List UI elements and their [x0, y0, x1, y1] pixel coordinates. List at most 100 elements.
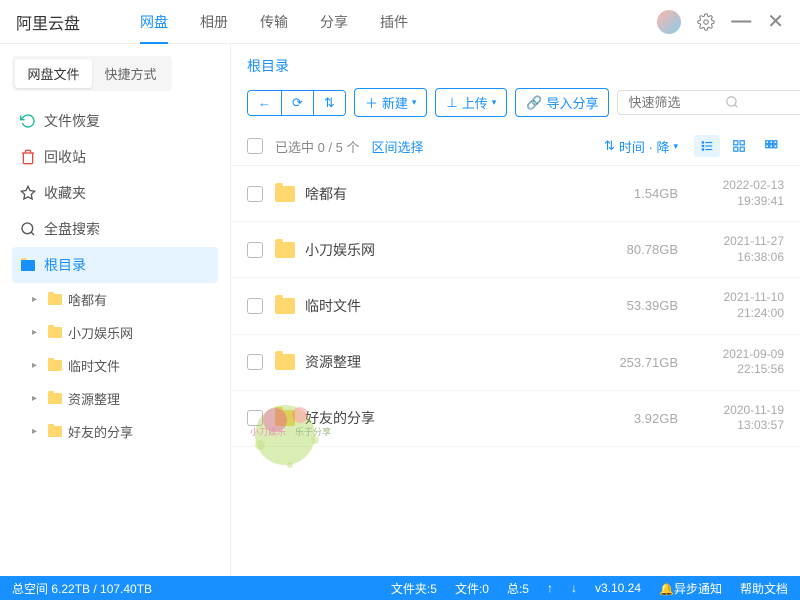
file-name-label: 啥都有	[305, 184, 347, 204]
folder-icon	[48, 360, 62, 371]
sidebar-label: 根目录	[44, 255, 86, 275]
caret-icon: ▸	[32, 327, 42, 338]
tab-netdisk[interactable]: 网盘	[140, 0, 168, 44]
total-count: 总:5	[507, 580, 529, 597]
app-logo: 阿里云盘	[16, 10, 80, 34]
back-button[interactable]: ←	[248, 91, 282, 115]
file-date: 2020-11-1913:03:57	[694, 403, 784, 434]
title-bar: 阿里云盘 网盘 相册 传输 分享 插件 — ✕	[0, 0, 800, 44]
file-size: 80.78GB	[598, 242, 678, 257]
sidebar-item-root[interactable]: 根目录	[12, 247, 218, 283]
tab-transfer[interactable]: 传输	[260, 0, 288, 44]
folder-icon	[48, 327, 62, 338]
file-date: 2022-02-1319:39:41	[694, 178, 784, 209]
version-label: v3.10.24	[595, 581, 641, 595]
caret-icon: ▸	[32, 393, 42, 404]
space-info: 总空间 6.22TB / 107.40TB	[12, 580, 152, 597]
minimize-icon[interactable]: —	[731, 10, 751, 33]
sort-button[interactable]: ⇅时间 · 降 ▾	[604, 137, 678, 156]
sidebar-item-trash[interactable]: 回收站	[12, 139, 218, 175]
range-select-button[interactable]: 区间选择	[372, 137, 424, 156]
sidebar-item-favorites[interactable]: 收藏夹	[12, 175, 218, 211]
sidebar: 网盘文件 快捷方式 文件恢复 回收站 收藏夹 全盘搜索 根目录 ▸ 啥都有 ▸ 小刀娱…	[0, 44, 230, 576]
file-name-label: 小刀娱乐网	[305, 240, 375, 260]
tree-label: 小刀娱乐网	[68, 323, 133, 342]
view-list-icon[interactable]	[694, 135, 720, 157]
sidebar-label: 回收站	[44, 147, 86, 167]
folder-icon	[275, 186, 295, 202]
folder-icon	[48, 426, 62, 437]
select-all-checkbox[interactable]	[247, 138, 263, 154]
sidebar-label: 收藏夹	[44, 183, 86, 203]
tree-label: 资源整理	[68, 389, 120, 408]
file-row[interactable]: 小刀娱乐网80.78GB2021-11-2716:38:06	[231, 222, 800, 278]
selection-count: 已选中 0 / 5 个	[275, 137, 360, 156]
file-row[interactable]: 临时文件53.39GB2021-11-1021:24:00	[231, 278, 800, 334]
row-checkbox[interactable]	[247, 242, 263, 258]
tab-album[interactable]: 相册	[200, 0, 228, 44]
row-checkbox[interactable]	[247, 186, 263, 202]
tree-item[interactable]: ▸ 小刀娱乐网	[12, 316, 218, 349]
file-row[interactable]: 啥都有1.54GB2022-02-1319:39:41	[231, 166, 800, 222]
file-row[interactable]: 资源整理 253.71GB 2021-09-0922:15:56	[231, 335, 800, 391]
file-row[interactable]: 好友的分享3.92GB2020-11-1913:03:57	[231, 391, 800, 447]
content-area: 根目录 ← ⟳ ⇅ ＋新建 ▾ ⊥上传 ▾ 🔗导入分享 已选中 0 / 5 个 …	[230, 44, 800, 576]
toolbar: ← ⟳ ⇅ ＋新建 ▾ ⊥上传 ▾ 🔗导入分享	[231, 88, 800, 127]
tree-item[interactable]: ▸ 临时文件	[12, 349, 218, 382]
file-list: 啥都有1.54GB2022-02-1319:39:41 小刀娱乐网 80.78GB 2…	[231, 166, 800, 576]
close-icon[interactable]: ✕	[767, 9, 784, 34]
sidebar-item-search[interactable]: 全盘搜索	[12, 211, 218, 247]
row-checkbox[interactable]	[247, 354, 263, 370]
tree-label: 啥都有	[68, 290, 107, 309]
star-icon	[20, 185, 36, 201]
caret-icon: ▸	[32, 360, 42, 371]
folder-icon	[48, 294, 62, 305]
folder-icon	[20, 257, 36, 273]
sidebar-sub-tabs: 网盘文件 快捷方式	[12, 56, 172, 91]
status-bar: 总空间 6.22TB / 107.40TB 文件夹:5 文件:0 总:5 ↑ ↓…	[0, 576, 800, 600]
view-compact-icon[interactable]	[758, 135, 784, 157]
tree-item[interactable]: ▸ 啥都有	[12, 283, 218, 316]
list-header: 已选中 0 / 5 个 区间选择 ⇅时间 · 降 ▾	[231, 127, 800, 166]
file-date: 2021-09-0922:15:56	[694, 347, 784, 378]
expand-button[interactable]: ⇅	[314, 91, 345, 115]
search-icon	[20, 221, 36, 237]
avatar[interactable]	[657, 10, 681, 34]
sidebar-item-restore[interactable]: 文件恢复	[12, 103, 218, 139]
import-button[interactable]: 🔗导入分享	[515, 88, 609, 117]
new-button[interactable]: ＋新建 ▾	[354, 88, 428, 117]
file-count: 文件:0	[455, 580, 489, 597]
filter-input[interactable]	[617, 90, 800, 115]
help-link[interactable]: 帮助文档	[740, 580, 788, 597]
folder-count: 文件夹:5	[391, 580, 437, 597]
folder-icon	[275, 298, 295, 314]
file-name-label: 临时文件	[305, 296, 361, 316]
async-notify[interactable]: 🔔异步通知	[659, 580, 722, 597]
tree-label: 临时文件	[68, 356, 120, 375]
refresh-button[interactable]: ⟳	[282, 91, 314, 115]
file-name-label: 资源整理	[305, 352, 361, 372]
tree-item[interactable]: ▸ 资源整理	[12, 382, 218, 415]
upload-button[interactable]: ⊥上传 ▾	[435, 88, 507, 117]
file-size: 253.71GB	[598, 355, 678, 370]
file-name-label: 好友的分享	[305, 408, 375, 428]
search-icon	[725, 95, 739, 109]
view-grid-icon[interactable]	[726, 135, 752, 157]
subtab-files[interactable]: 网盘文件	[15, 59, 92, 88]
folder-icon	[48, 393, 62, 404]
row-checkbox[interactable]	[247, 298, 263, 314]
folder-icon	[275, 242, 295, 258]
tab-plugin[interactable]: 插件	[380, 0, 408, 44]
row-checkbox[interactable]	[247, 410, 263, 426]
caret-icon: ▸	[32, 294, 42, 305]
tree-label: 好友的分享	[68, 422, 133, 441]
tab-share[interactable]: 分享	[320, 0, 348, 44]
subtab-shortcut[interactable]: 快捷方式	[92, 59, 169, 88]
upload-indicator-icon: ↑	[547, 581, 553, 595]
file-size: 53.39GB	[598, 298, 678, 313]
restore-icon	[20, 113, 36, 129]
caret-icon: ▸	[32, 426, 42, 437]
tree-item[interactable]: ▸ 好友的分享	[12, 415, 218, 448]
gear-icon[interactable]	[697, 13, 715, 31]
breadcrumb[interactable]: 根目录	[231, 44, 800, 88]
